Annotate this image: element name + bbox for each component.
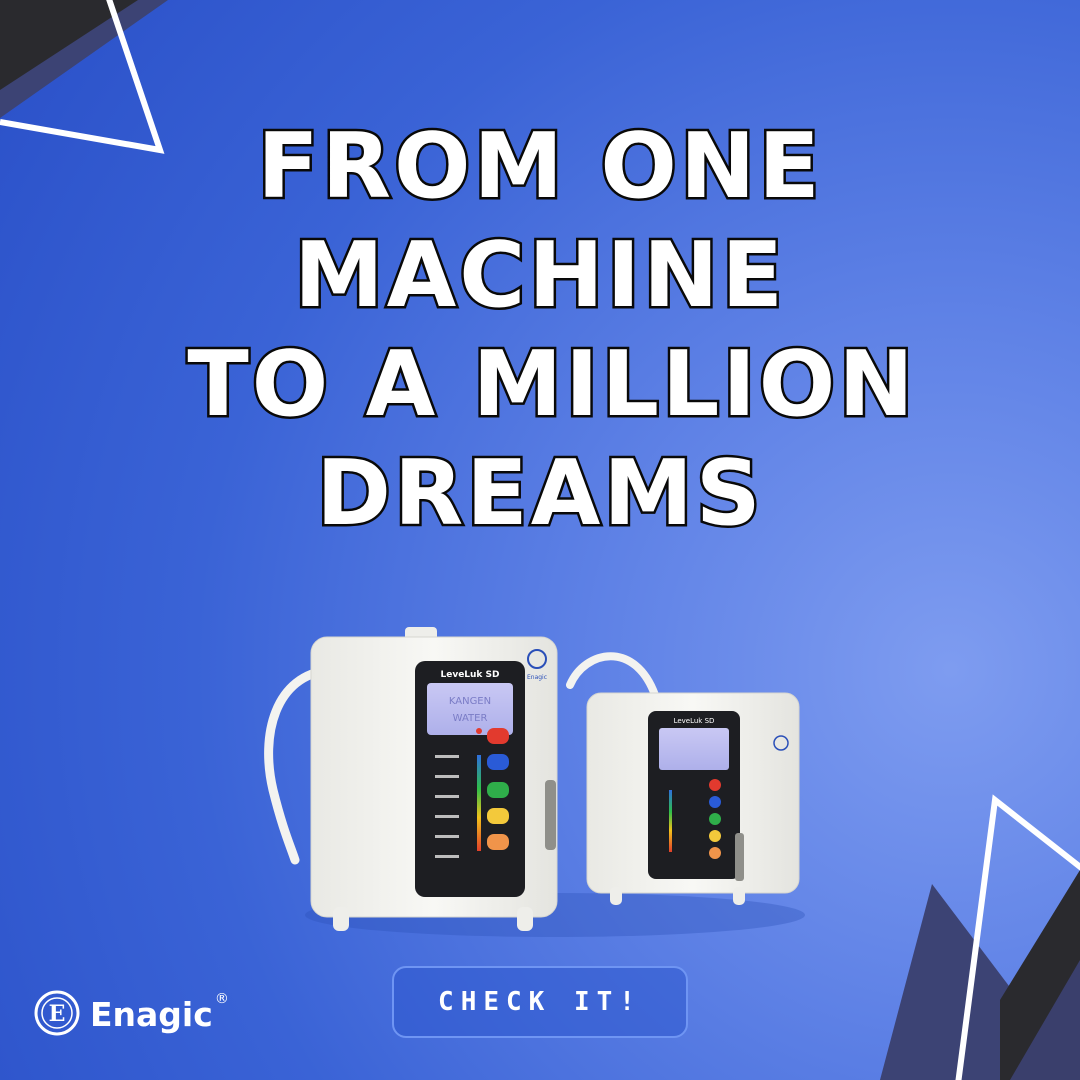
brand-name: Enagic (90, 994, 213, 1034)
large-ionizer: LeveLuk SD KANGEN WATER Enagic (310, 627, 558, 931)
enagic-logo-icon: E (34, 990, 80, 1036)
water-outlet (545, 780, 556, 850)
small-ionizer: LeveLuk SD (586, 692, 800, 905)
headline-line-4: DREAMS (314, 439, 764, 549)
headline-line-1: FROM ONE (255, 112, 823, 222)
check-it-button[interactable]: CHECK IT! (392, 966, 688, 1038)
brand-logo: E Enagic ® (34, 988, 229, 1038)
mode-button-yellow (487, 808, 509, 824)
mode-button-green (487, 782, 509, 798)
mode-button-orange (487, 834, 509, 850)
headline-line-2: MACHINE (292, 221, 786, 331)
large-model-label: LeveLuk SD (440, 670, 499, 680)
panel-brand-label: Enagic (527, 674, 547, 681)
power-button (487, 728, 509, 744)
product-image-water-ionizers: LeveLuk SD LeveLuk SD KANGEN WATER Enagi… (264, 627, 805, 937)
registered-mark: ® (214, 991, 229, 1007)
headline-line-3: TO A MILLION (185, 330, 917, 440)
small-model-label: LeveLuk SD (674, 717, 715, 725)
display-line-2: WATER (453, 713, 488, 724)
ad-canvas: FROM ONE MACHINE TO A MILLION DREAMS Lev… (0, 0, 1080, 1080)
headline: FROM ONE MACHINE TO A MILLION DREAMS (0, 112, 1080, 549)
mode-button-blue (487, 754, 509, 770)
connecting-hose (566, 652, 659, 699)
display-line-1: KANGEN (449, 696, 491, 707)
logo-glyph: E (49, 1001, 66, 1027)
